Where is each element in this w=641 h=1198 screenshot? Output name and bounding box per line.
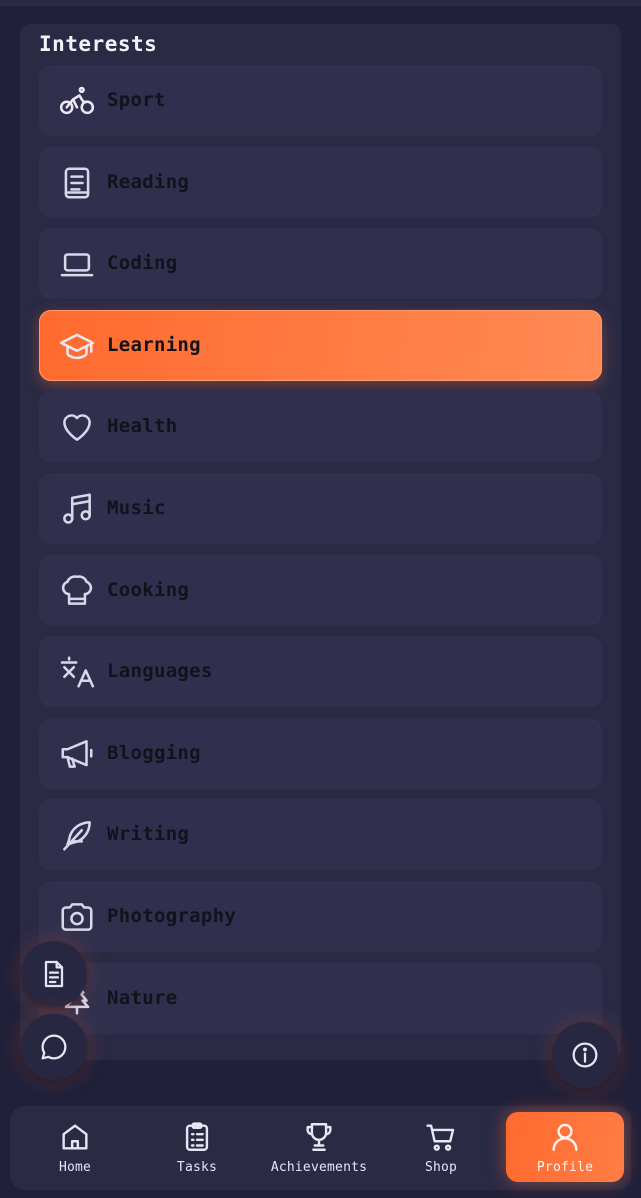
user-icon <box>548 1112 582 1154</box>
trophy-icon <box>302 1112 336 1154</box>
interest-photography[interactable]: Photography <box>39 880 602 952</box>
camera-icon <box>58 898 96 936</box>
interest-cooking[interactable]: Cooking <box>39 554 602 626</box>
interest-nature[interactable]: Nature <box>39 962 602 1034</box>
nav-label: Profile <box>536 1160 594 1175</box>
interest-health[interactable]: Health <box>39 391 602 463</box>
bicycle-icon <box>58 82 96 120</box>
heart-icon <box>58 408 96 446</box>
interest-label: Photography <box>107 904 237 927</box>
interest-label: Blogging <box>107 741 201 764</box>
nav-label: Tasks <box>176 1160 218 1175</box>
cart-icon <box>424 1112 458 1154</box>
info-fab[interactable] <box>552 1022 618 1088</box>
interest-music[interactable]: Music <box>39 472 602 544</box>
interest-label: Coding <box>107 252 178 275</box>
document-icon <box>38 958 70 990</box>
feather-icon <box>58 816 96 854</box>
top-bar <box>0 0 641 6</box>
interest-label: Sport <box>107 89 166 111</box>
interest-coding[interactable]: Coding <box>39 228 602 300</box>
interest-label: Nature <box>107 986 178 1009</box>
interest-label: Reading <box>107 170 190 193</box>
book-icon <box>58 164 96 202</box>
interest-label: Learning <box>107 333 201 356</box>
chat-fab[interactable] <box>21 1014 87 1080</box>
nav-profile[interactable]: Profile <box>506 1112 624 1182</box>
notes-fab[interactable] <box>21 941 87 1007</box>
interest-learning[interactable]: Learning <box>39 309 602 381</box>
nav-shop[interactable]: Shop <box>382 1112 500 1182</box>
interest-label: Music <box>107 496 166 519</box>
bottom-nav: Home Tasks Achievements Shop Profile <box>10 1106 631 1190</box>
nav-label: Achievements <box>270 1160 368 1175</box>
interests-panel: Interests Sport Reading Coding Learning <box>20 24 621 1060</box>
chat-bubble-icon <box>38 1031 70 1063</box>
chef-hat-icon <box>58 572 96 610</box>
megaphone-icon <box>58 735 96 773</box>
music-note-icon <box>58 490 96 528</box>
graduation-cap-icon <box>58 327 96 365</box>
interest-writing[interactable]: Writing <box>39 799 602 871</box>
interest-label: Writing <box>107 823 190 846</box>
interest-sport[interactable]: Sport <box>39 65 602 136</box>
interest-blogging[interactable]: Blogging <box>39 717 602 789</box>
interest-label: Health <box>107 415 178 438</box>
home-icon <box>58 1112 92 1154</box>
interest-label: Languages <box>107 660 213 683</box>
nav-home[interactable]: Home <box>16 1112 134 1182</box>
clipboard-icon <box>180 1112 214 1154</box>
laptop-icon <box>58 245 96 283</box>
interest-label: Cooking <box>107 578 190 601</box>
interest-languages[interactable]: Languages <box>39 636 602 708</box>
interest-reading[interactable]: Reading <box>39 146 602 218</box>
section-title: Interests <box>39 32 158 56</box>
interests-list: Sport Reading Coding Learning Health Mus… <box>39 65 602 1044</box>
translate-icon <box>58 653 96 691</box>
nav-label: Home <box>58 1160 92 1175</box>
nav-label: Shop <box>424 1160 458 1175</box>
info-icon <box>569 1039 601 1071</box>
nav-tasks[interactable]: Tasks <box>138 1112 256 1182</box>
nav-achievements[interactable]: Achievements <box>260 1112 378 1182</box>
